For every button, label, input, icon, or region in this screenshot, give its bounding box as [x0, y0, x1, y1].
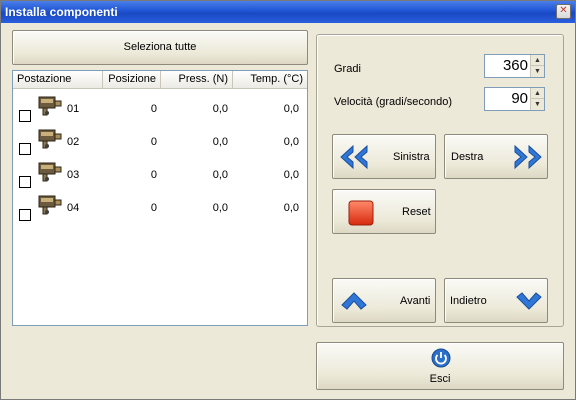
gradi-label: Gradi [334, 63, 361, 75]
list-item[interactable]: 04 0 0,0 0,0 [13, 189, 307, 222]
station-checkbox[interactable] [19, 209, 31, 221]
esci-label: Esci [429, 373, 451, 385]
posizione-cell: 0 [150, 136, 157, 148]
station-checkbox[interactable] [19, 143, 31, 155]
temperatura-cell: 0,0 [283, 103, 299, 115]
list-item[interactable]: 01 0 0,0 0,0 [13, 90, 307, 123]
postazione-cell: 03 [67, 169, 80, 181]
select-all-button[interactable]: Seleziona tutte [12, 30, 308, 65]
col-header-temp[interactable]: Temp. (°C) [233, 71, 307, 89]
double-chevron-left-icon [340, 144, 368, 170]
power-icon [431, 348, 451, 368]
velocita-label: Velocità (gradi/secondo) [334, 96, 453, 108]
sinistra-button[interactable]: Sinistra [332, 134, 436, 179]
select-all-label: Seleziona tutte [123, 41, 197, 53]
postazione-cell: 04 [67, 202, 80, 214]
sinistra-label: Sinistra [393, 151, 430, 163]
posizione-cell: 0 [150, 202, 157, 214]
double-chevron-right-icon [514, 144, 542, 170]
chevron-up-icon [341, 292, 367, 310]
temperatura-cell: 0,0 [283, 202, 299, 214]
postazione-cell: 01 [67, 103, 80, 115]
station-checkbox[interactable] [19, 176, 31, 188]
indietro-label: Indietro [450, 295, 487, 307]
pressione-cell: 0,0 [212, 103, 228, 115]
avanti-label: Avanti [400, 295, 431, 307]
velocita-spinner-arrows: ▲ ▼ [530, 88, 544, 110]
pressione-cell: 0,0 [212, 202, 228, 214]
close-button[interactable]: ✕ [556, 4, 571, 19]
col-header-posizione[interactable]: Posizione [103, 71, 161, 89]
installa-componenti-window: Installa componenti ✕ Seleziona tutte Po… [0, 0, 576, 400]
temperatura-cell: 0,0 [283, 136, 299, 148]
gradi-increment-icon[interactable]: ▲ [531, 55, 544, 66]
list-item[interactable]: 03 0 0,0 0,0 [13, 156, 307, 189]
station-checkbox[interactable] [19, 110, 31, 122]
indietro-button[interactable]: Indietro [444, 278, 548, 323]
gradi-decrement-icon[interactable]: ▼ [531, 66, 544, 77]
window-title: Installa componenti [5, 5, 118, 19]
temperatura-cell: 0,0 [283, 169, 299, 181]
station-module-icon [38, 96, 62, 116]
col-header-postazione[interactable]: Postazione [13, 71, 103, 89]
title-bar: Installa componenti [1, 1, 575, 23]
gradi-spinner[interactable]: 360 ▲ ▼ [484, 54, 545, 78]
station-module-icon [38, 162, 62, 182]
velocita-increment-icon[interactable]: ▲ [531, 88, 544, 99]
esci-button[interactable]: Esci [316, 342, 564, 390]
station-module-icon [38, 195, 62, 215]
stations-list[interactable]: Postazione Posizione Press. (N) Temp. (°… [12, 70, 308, 326]
velocita-decrement-icon[interactable]: ▼ [531, 99, 544, 110]
destra-button[interactable]: Destra [444, 134, 548, 179]
gradi-value: 360 [502, 57, 528, 74]
chevron-down-icon [516, 292, 542, 310]
station-module-icon [38, 129, 62, 149]
velocita-value: 90 [511, 90, 528, 107]
pressione-cell: 0,0 [212, 169, 228, 181]
list-item[interactable]: 02 0 0,0 0,0 [13, 123, 307, 156]
velocita-spinner[interactable]: 90 ▲ ▼ [484, 87, 545, 111]
col-header-press[interactable]: Press. (N) [161, 71, 233, 89]
red-square-stop-icon [348, 200, 374, 226]
pressione-cell: 0,0 [212, 136, 228, 148]
postazione-cell: 02 [67, 136, 80, 148]
reset-label: Reset [402, 206, 431, 218]
reset-button[interactable]: Reset [332, 189, 436, 234]
gradi-spinner-arrows: ▲ ▼ [530, 55, 544, 77]
avanti-button[interactable]: Avanti [332, 278, 436, 323]
posizione-cell: 0 [150, 169, 157, 181]
destra-label: Destra [451, 151, 484, 163]
list-header: Postazione Posizione Press. (N) Temp. (°… [13, 71, 307, 89]
posizione-cell: 0 [150, 103, 157, 115]
